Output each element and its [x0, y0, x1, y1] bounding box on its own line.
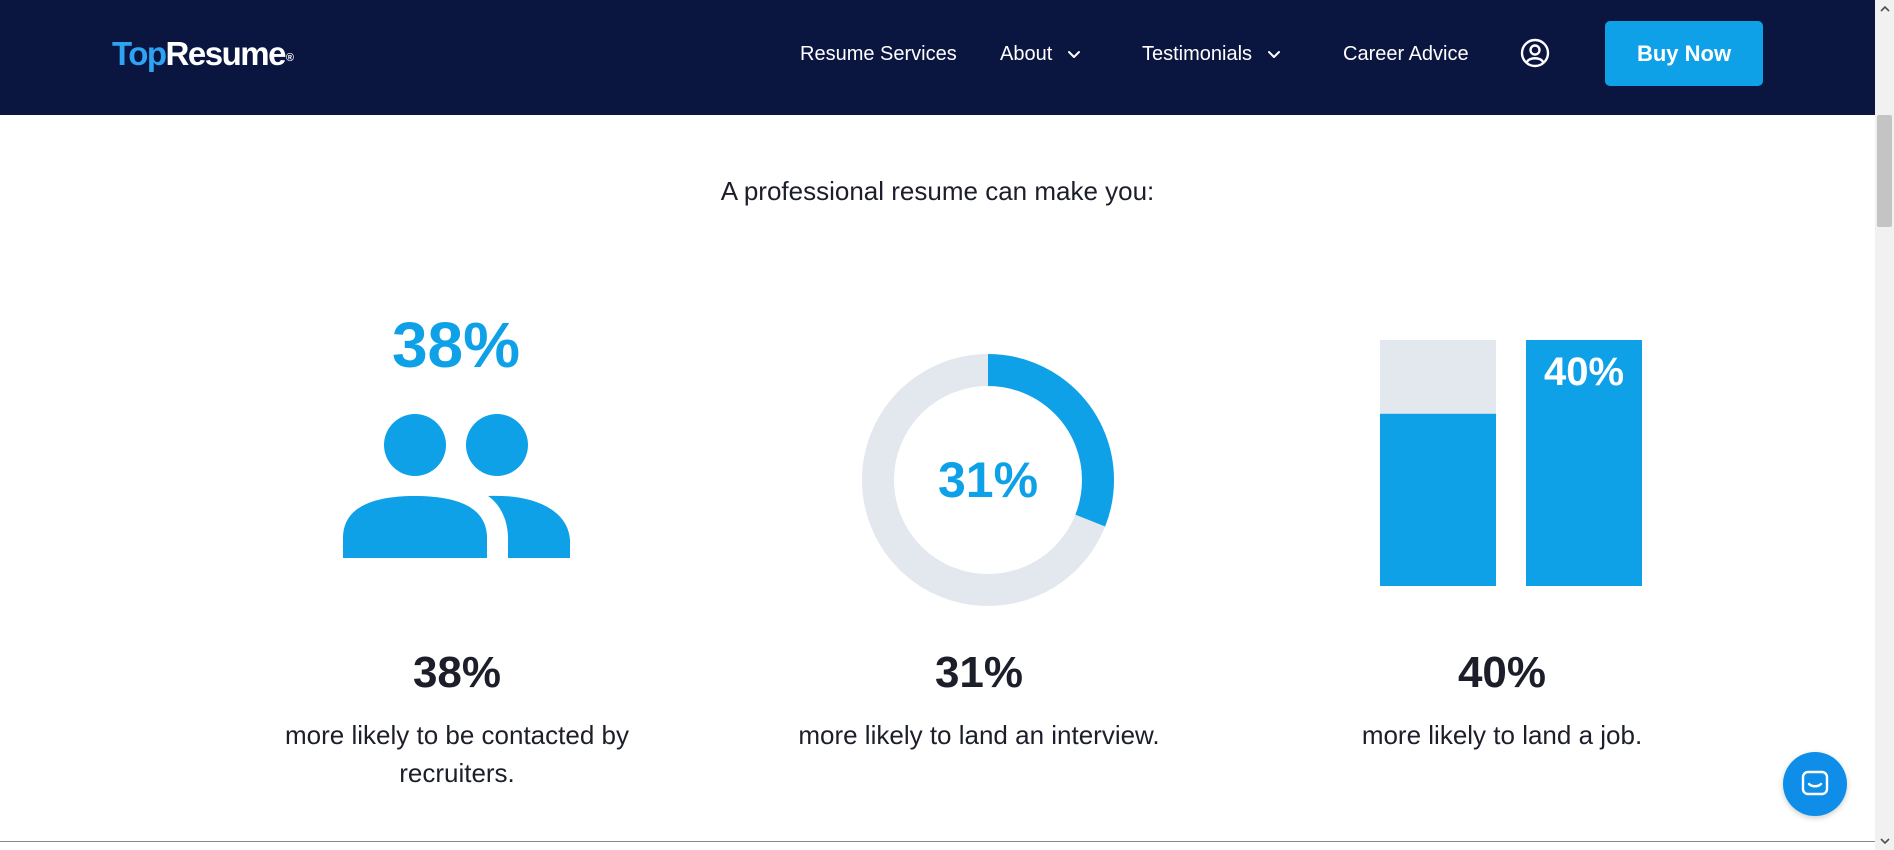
- viewport-bottom-edge: [0, 841, 1875, 842]
- scroll-thumb[interactable]: [1877, 115, 1892, 227]
- stat-value: 31%: [934, 648, 1024, 697]
- caret-down-icon: [1879, 838, 1890, 845]
- nav-testimonials[interactable]: Testimonials: [1142, 42, 1282, 66]
- buy-now-button[interactable]: Buy Now: [1605, 21, 1763, 86]
- donut-center-label: 31%: [938, 452, 1038, 508]
- chat-bubble-icon: [1801, 770, 1829, 796]
- page-scrollbar[interactable]: [1875, 0, 1894, 850]
- stat-description: more likely to land an interview.: [798, 720, 1160, 750]
- caret-up-icon: [1879, 5, 1890, 12]
- stat-value: 40%: [1457, 648, 1547, 697]
- chevron-down-icon: [1268, 51, 1281, 58]
- site-header: TopResume® Resume Services About Testimo…: [0, 0, 1875, 115]
- nav-career-advice[interactable]: Career Advice: [1343, 42, 1469, 66]
- bar-label: 40%: [1544, 350, 1624, 394]
- nav-resume-services[interactable]: Resume Services: [800, 42, 957, 66]
- people-icon: [343, 414, 570, 558]
- scroll-down-arrow[interactable]: [1875, 832, 1894, 850]
- nav-about[interactable]: About: [1000, 42, 1082, 66]
- scroll-up-arrow[interactable]: [1875, 0, 1894, 18]
- nav-label: Resume Services: [800, 43, 957, 65]
- nav-label: Career Advice: [1343, 43, 1469, 65]
- user-circle-icon[interactable]: [1520, 38, 1550, 68]
- bar: [1380, 413, 1496, 586]
- bar-chart: 40%: [1380, 340, 1642, 586]
- chevron-down-icon: [1068, 51, 1081, 58]
- stat-description: more likely to be contacted by recruiter…: [285, 720, 629, 788]
- section-headline: A professional resume can make you:: [720, 176, 1155, 206]
- chat-launcher-button[interactable]: [1783, 752, 1847, 816]
- donut-chart: 31%: [862, 354, 1114, 606]
- stat-description: more likely to land a job.: [1361, 720, 1643, 750]
- topresume-logo[interactable]: TopResume®: [112, 34, 294, 74]
- stat-icon-value: 38%: [391, 309, 521, 381]
- stat-value: 38%: [412, 648, 502, 697]
- nav-label: Testimonials: [1142, 43, 1253, 65]
- nav-label: About: [1000, 43, 1053, 65]
